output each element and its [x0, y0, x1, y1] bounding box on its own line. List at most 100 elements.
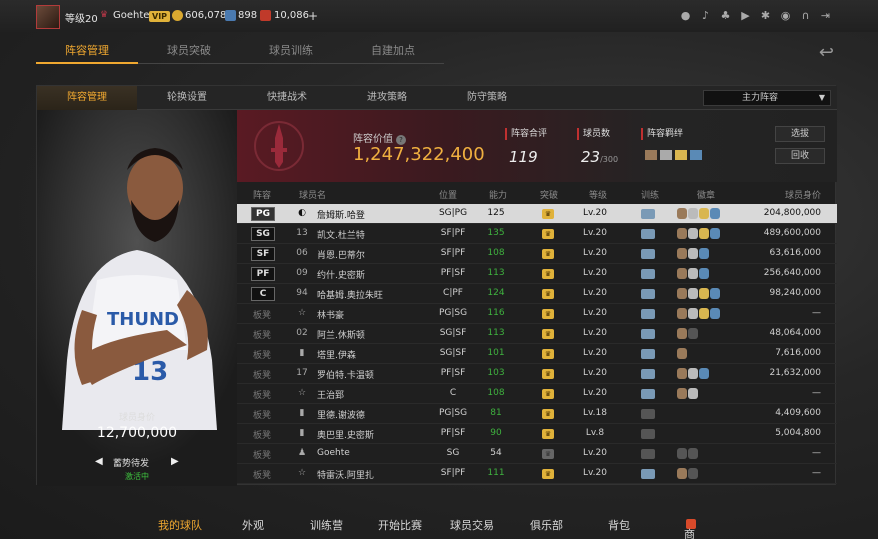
bell-icon[interactable]: ♪ [699, 9, 712, 22]
badge-list[interactable] [677, 448, 698, 459]
position-slot[interactable]: PF [251, 267, 275, 281]
badge-list[interactable] [677, 268, 709, 279]
nav-trade[interactable]: 球员交易 [450, 517, 494, 533]
tab-custom-points[interactable]: 自建加点 [342, 40, 444, 64]
top-icons: ● ♪ ♣ ▶ ✱ ◉ ∩ ⇥ [679, 9, 832, 22]
training-icon[interactable] [641, 469, 655, 479]
col-training[interactable]: 训练 [641, 188, 659, 201]
exit-icon[interactable]: ⇥ [819, 9, 832, 22]
table-row[interactable]: 板凳 ☆ 特雷沃.阿里扎 SF|PF 111 ♛ Lv.20 — [237, 464, 837, 484]
next-arrow-icon[interactable]: ▶ [171, 456, 179, 467]
subtab-rotation[interactable]: 轮换设置 [137, 86, 237, 110]
training-icon[interactable] [641, 389, 655, 399]
training-icon[interactable] [641, 209, 655, 219]
headset-icon[interactable]: ∩ [799, 9, 812, 22]
crown-icon[interactable]: ♛ [542, 329, 554, 339]
tab-player-training[interactable]: 球员训练 [240, 40, 342, 64]
table-row[interactable]: 板凳 ▮ 塔里.伊森 SG|SF 101 ♛ Lv.20 7,616,000 [237, 344, 837, 364]
position-slot[interactable]: SF [251, 247, 275, 261]
select-button[interactable]: 选拔 [775, 126, 825, 142]
position-slot[interactable]: C [251, 287, 275, 301]
table-row[interactable]: SG 13 凯文.杜兰特 SF|PF 135 ♛ Lv.20 489,600,000 [237, 224, 837, 244]
subtab-quick-tactics[interactable]: 快捷战术 [237, 86, 337, 110]
subtab-lineup[interactable]: 阵容管理 [37, 86, 137, 110]
table-row[interactable]: 板凳 ☆ 林书豪 PG|SG 116 ♛ Lv.20 — [237, 304, 837, 324]
crown-icon[interactable]: ♛ [542, 429, 554, 439]
table-row[interactable]: 板凳 ☆ 王治郅 C 108 ♛ Lv.20 — [237, 384, 837, 404]
tab-lineup-management[interactable]: 阵容管理 [36, 40, 138, 64]
crown-icon[interactable]: ♛ [542, 229, 554, 239]
back-arrow-icon[interactable]: ↩ [819, 42, 834, 63]
training-icon[interactable] [641, 269, 655, 279]
chemistry-icons[interactable] [645, 150, 705, 163]
user-icon[interactable]: ● [679, 9, 692, 22]
training-icon[interactable] [641, 229, 655, 239]
table-row[interactable]: SF 06 肖恩.巴蒂尔 SF|PF 108 ♛ Lv.20 63,616,000 [237, 244, 837, 264]
nav-club[interactable]: 俱乐部 [530, 517, 563, 533]
nav-shop[interactable]: 商城 [684, 517, 696, 539]
crown-icon[interactable]: ♛ [542, 289, 554, 299]
nav-backpack[interactable]: 背包 [608, 517, 630, 533]
network-icon[interactable]: ◉ [779, 9, 792, 22]
nav-start-game[interactable]: 开始比赛 [378, 517, 422, 533]
crown-icon[interactable]: ♛ [542, 209, 554, 219]
training-icon[interactable] [641, 349, 655, 359]
badge-list[interactable] [677, 348, 687, 359]
training-icon[interactable] [641, 249, 655, 259]
lineup-select[interactable]: 主力阵容 ▼ [703, 90, 831, 106]
tab-player-breakthrough[interactable]: 球员突破 [138, 40, 240, 64]
table-row[interactable]: 板凳 ♟ Goehte SG 54 ♛ Lv.20 — [237, 444, 837, 464]
table-row[interactable]: 板凳 17 罗伯特.卡温顿 PF|SF 103 ♛ Lv.20 21,632,000 [237, 364, 837, 384]
player-price: — [812, 448, 821, 458]
friends-icon[interactable]: ♣ [719, 9, 732, 22]
badge-list[interactable] [677, 208, 720, 219]
crown-icon[interactable]: ♛ [542, 349, 554, 359]
badge-list[interactable] [677, 228, 720, 239]
jersey-number: 06 [296, 248, 308, 258]
avatar[interactable] [36, 5, 60, 29]
crown-icon[interactable]: ♛ [542, 309, 554, 319]
add-currency-button[interactable]: + [308, 9, 318, 23]
training-icon[interactable] [641, 329, 655, 339]
badge-list[interactable] [677, 388, 698, 399]
recycle-button[interactable]: 回收 [775, 148, 825, 164]
gear-icon[interactable]: ✱ [759, 9, 772, 22]
crown-icon[interactable]: ♛ [542, 389, 554, 399]
video-icon[interactable]: ▶ [739, 9, 752, 22]
table-row[interactable]: 板凳 ▮ 奥巴里.史密斯 PF|SF 90 ♛ Lv.8 5,004,800 [237, 424, 837, 444]
player-card[interactable]: THUND 13 球员身价 12,700,000 ◀ 蓄势待发 ▶ 激活中 [37, 110, 237, 486]
crown-icon[interactable]: ♛ [542, 449, 554, 459]
badge-list[interactable] [677, 328, 698, 339]
badge-list[interactable] [677, 468, 698, 479]
table-row[interactable]: PF 09 约什.史密斯 PF|SF 113 ♛ Lv.20 256,640,000 [237, 264, 837, 284]
vip-badge[interactable]: VIP [149, 11, 171, 22]
position-slot[interactable]: PG [251, 207, 275, 221]
training-icon[interactable] [641, 369, 655, 379]
training-icon[interactable] [641, 449, 655, 459]
position-slot[interactable]: SG [251, 227, 275, 241]
crown-icon[interactable]: ♛ [542, 269, 554, 279]
nav-my-team[interactable]: 我的球队 [158, 517, 202, 533]
nav-appearance[interactable]: 外观 [242, 517, 264, 533]
badge-list[interactable] [677, 308, 720, 319]
badge-list[interactable] [677, 248, 709, 259]
crown-icon[interactable]: ♛ [542, 469, 554, 479]
subtab-offense[interactable]: 进攻策略 [337, 86, 437, 110]
nav-training-camp[interactable]: 训练营 [310, 517, 343, 533]
table-row[interactable]: 板凳 ▮ 里德.谢波德 PG|SG 81 ♛ Lv.18 4,409,600 [237, 404, 837, 424]
training-icon[interactable] [641, 289, 655, 299]
table-row[interactable]: PG ◐ 詹姆斯.哈登 SG|PG 125 ♛ Lv.20 204,800,000 [237, 204, 837, 224]
training-icon[interactable] [641, 309, 655, 319]
training-icon[interactable] [641, 409, 655, 419]
crown-icon[interactable]: ♛ [542, 369, 554, 379]
badge-list[interactable] [677, 368, 709, 379]
training-icon[interactable] [641, 429, 655, 439]
prev-arrow-icon[interactable]: ◀ [95, 456, 103, 467]
badge-list[interactable] [677, 288, 720, 299]
table-row[interactable]: 板凳 02 阿兰.休斯顿 SG|SF 113 ♛ Lv.20 48,064,000 [237, 324, 837, 344]
crown-icon[interactable]: ♛ [542, 409, 554, 419]
subtab-defense[interactable]: 防守策略 [437, 86, 537, 110]
crown-icon[interactable]: ♛ [542, 249, 554, 259]
table-row[interactable]: C 94 哈基姆.奥拉朱旺 C|PF 124 ♛ Lv.20 98,240,000 [237, 284, 837, 304]
player-price: 7,616,000 [775, 348, 821, 358]
